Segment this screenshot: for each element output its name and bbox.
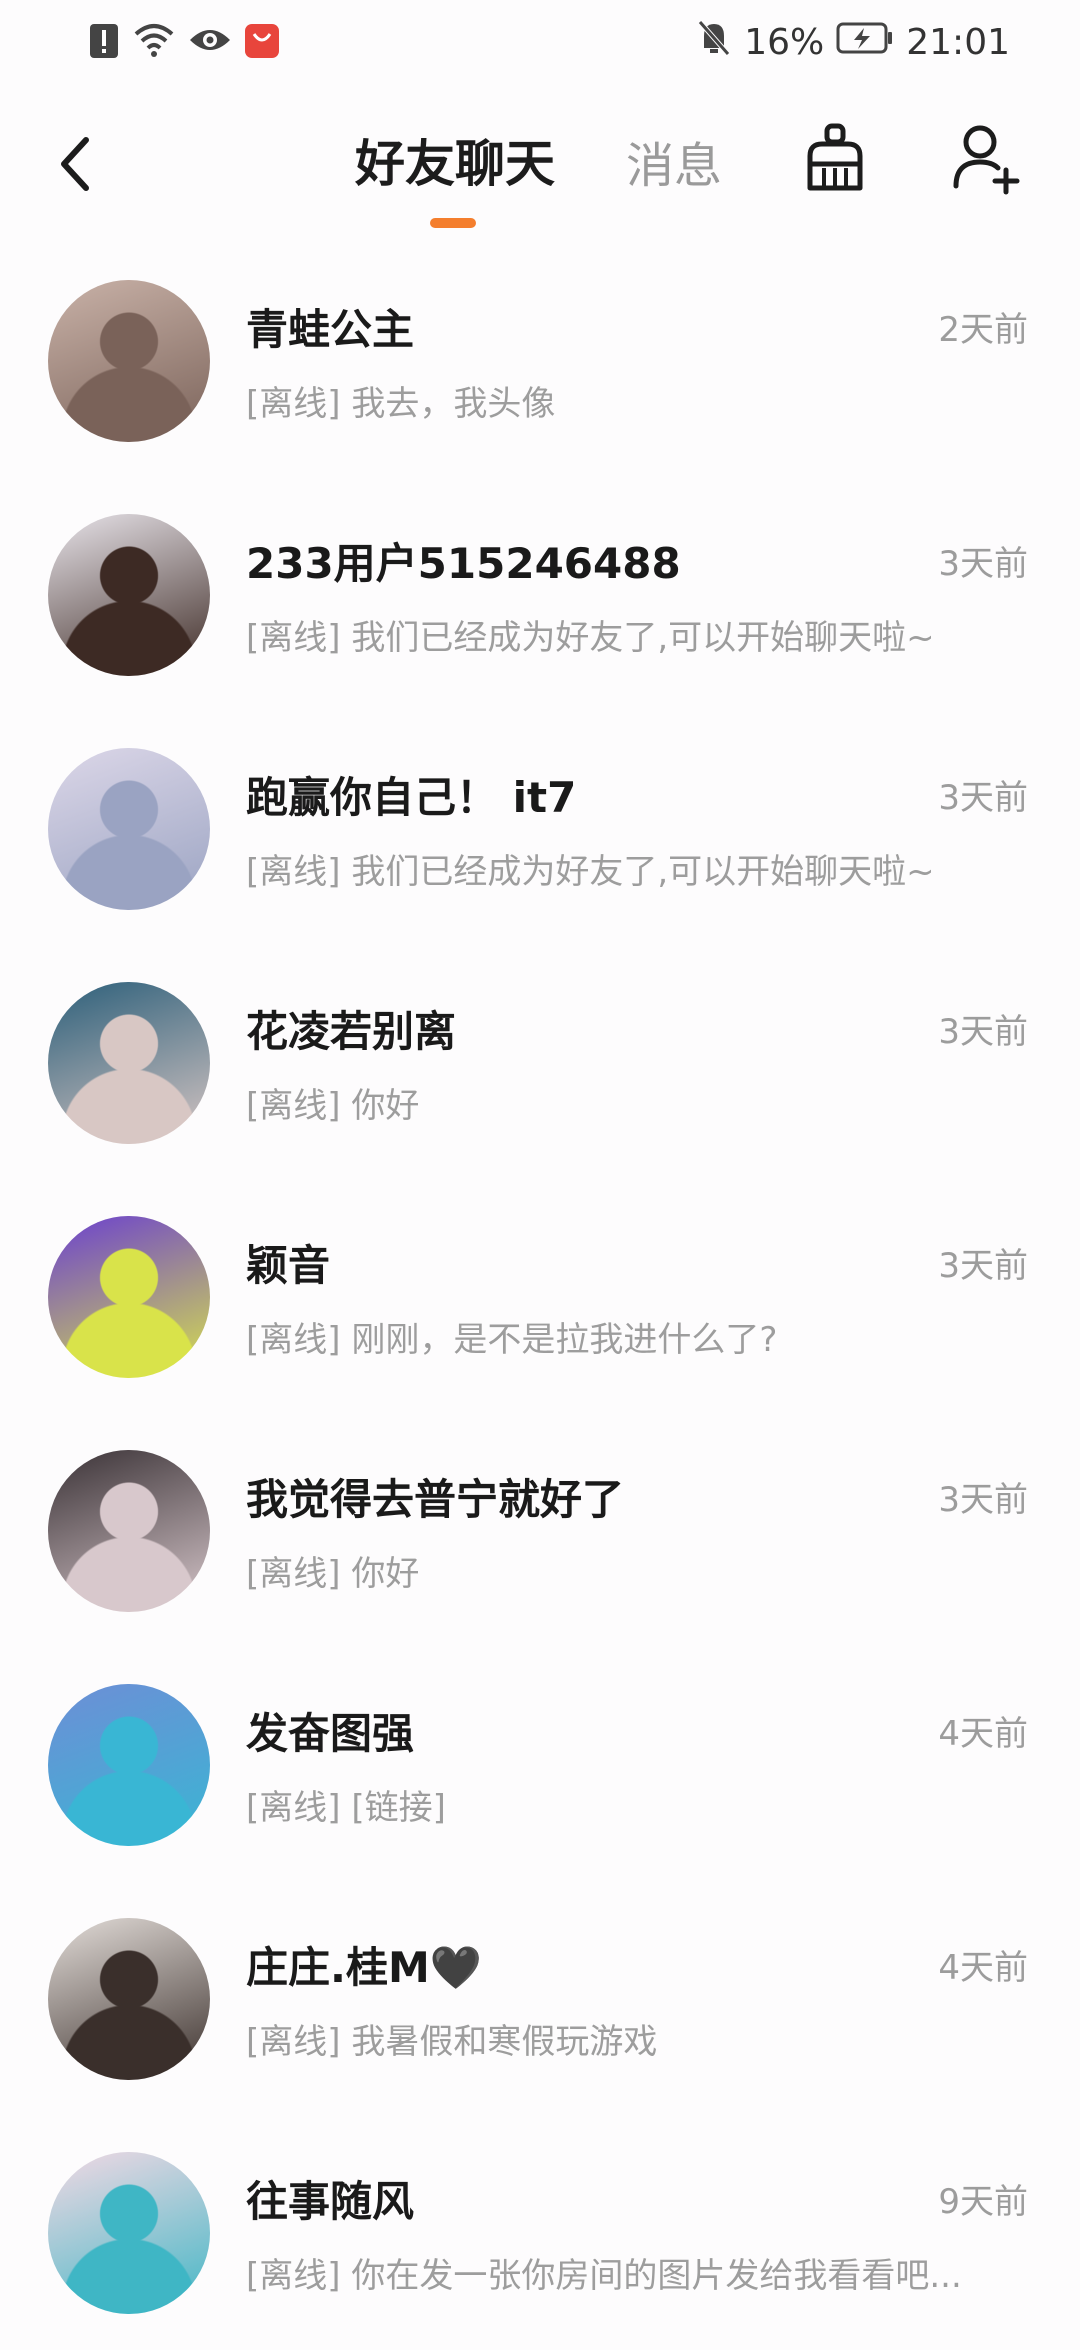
status-right: 16% 21:01	[696, 18, 1010, 67]
chat-time: 3天前	[938, 1012, 1028, 1052]
add-friend-icon	[950, 125, 1026, 200]
alert-icon	[88, 20, 120, 64]
chat-item[interactable]: 我觉得去普宁就好了 3天前 [离线] 你好	[0, 1414, 1080, 1648]
battery-charging-icon	[836, 21, 894, 64]
chat-name: 跑赢你自己！ it7	[246, 773, 577, 822]
chat-list: 青蛙公主 2天前 [离线] 我去，我头像 233用户515246488 3天前 …	[0, 244, 1080, 2350]
avatar	[48, 1216, 210, 1378]
avatar	[48, 280, 210, 442]
chat-name: 往事随风	[246, 2177, 415, 2226]
chat-item[interactable]: 233用户515246488 3天前 [离线] 我们已经成为好友了,可以开始聊天…	[0, 478, 1080, 712]
mute-bell-icon	[696, 18, 732, 67]
clean-broom-icon	[800, 123, 870, 200]
chat-name: 庄庄.桂M🖤	[246, 1943, 483, 1992]
back-arrow-icon	[46, 137, 106, 208]
chat-item[interactable]: 发奋图强 4天前 [离线] [链接]	[0, 1648, 1080, 1882]
chat-item[interactable]: 青蛙公主 2天前 [离线] 我去，我头像	[0, 244, 1080, 478]
chat-item[interactable]: 花凌若别离 3天前 [离线] 你好	[0, 946, 1080, 1180]
chat-time: 3天前	[938, 1246, 1028, 1286]
clean-button[interactable]	[800, 120, 870, 196]
avatar	[48, 1684, 210, 1846]
avatar	[48, 1918, 210, 2080]
chat-item[interactable]: 跑赢你自己！ it7 3天前 [离线] 我们已经成为好友了,可以开始聊天啦~	[0, 712, 1080, 946]
chat-preview: [离线] 我去，我头像	[246, 384, 556, 424]
app-notification-icon	[244, 20, 280, 64]
chat-time: 3天前	[938, 544, 1028, 584]
chat-preview: [离线] 我们已经成为好友了,可以开始聊天啦~	[246, 618, 935, 658]
add-friend-button[interactable]	[950, 120, 1026, 196]
chat-preview: [离线] [链接]	[246, 1788, 446, 1828]
chat-preview: [离线] 刚刚，是不是拉我进什么了?	[246, 1320, 778, 1360]
status-left-icons	[88, 20, 280, 64]
battery-percent: 16%	[744, 22, 825, 63]
chat-time: 3天前	[938, 778, 1028, 818]
chat-time: 3天前	[938, 1480, 1028, 1520]
chat-name: 花凌若别离	[246, 1007, 457, 1056]
back-button[interactable]	[46, 124, 106, 204]
chat-preview: [离线] 我暑假和寒假玩游戏	[246, 2022, 658, 2062]
chat-item[interactable]: 颖音 3天前 [离线] 刚刚，是不是拉我进什么了?	[0, 1180, 1080, 1414]
status-bar: 16% 21:01	[0, 0, 1080, 84]
chat-preview: [离线] 你在发一张你房间的图片发给我看看吧...	[246, 2256, 962, 2296]
avatar	[48, 748, 210, 910]
active-tab-indicator	[430, 218, 476, 228]
chat-time: 2天前	[938, 310, 1028, 350]
chat-name: 青蛙公主	[246, 305, 415, 354]
chat-time: 4天前	[938, 1948, 1028, 1988]
chat-preview: [离线] 我们已经成为好友了,可以开始聊天啦~	[246, 852, 935, 892]
tab-messages[interactable]: 消息	[626, 126, 722, 196]
chat-preview: [离线] 你好	[246, 1086, 420, 1126]
avatar	[48, 514, 210, 676]
top-header: 好友聊天 消息	[0, 84, 1080, 244]
eye-icon	[188, 20, 232, 64]
clock-time: 21:01	[906, 22, 1010, 63]
avatar	[48, 1450, 210, 1612]
chat-item[interactable]: 往事随风 9天前 [离线] 你在发一张你房间的图片发给我看看吧...	[0, 2116, 1080, 2350]
tab-friends-chat[interactable]: 好友聊天	[355, 124, 555, 196]
wifi-icon	[132, 20, 176, 64]
chat-item[interactable]: 庄庄.桂M🖤 4天前 [离线] 我暑假和寒假玩游戏	[0, 1882, 1080, 2116]
avatar	[48, 2152, 210, 2314]
chat-name: 我觉得去普宁就好了	[246, 1475, 625, 1524]
chat-name: 233用户515246488	[246, 539, 681, 588]
avatar	[48, 982, 210, 1144]
chat-name: 发奋图强	[246, 1709, 415, 1758]
chat-name: 颖音	[246, 1241, 331, 1290]
chat-preview: [离线] 你好	[246, 1554, 420, 1594]
chat-time: 9天前	[938, 2182, 1028, 2222]
chat-time: 4天前	[938, 1714, 1028, 1754]
